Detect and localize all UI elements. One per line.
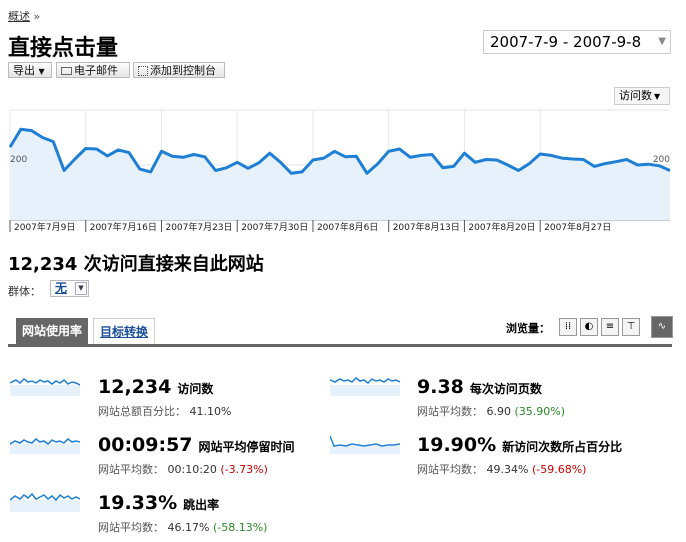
- sparkline: [10, 492, 80, 502]
- metric-sub-label: 网站总额百分比：: [98, 405, 186, 418]
- metric-label: 每次访问页数: [469, 382, 542, 396]
- metric-sub-label: 网站平均数：: [417, 463, 483, 476]
- metric-sub-value: 00:10:20: [167, 463, 217, 476]
- y-tick-label: 400: [10, 108, 27, 110]
- metric-label: 跳出率: [183, 498, 220, 512]
- bounce-sparkline: [10, 492, 80, 512]
- x-tick-label: 2007年8月20日: [468, 221, 535, 233]
- new-visits-sparkline: [330, 435, 400, 454]
- graph-metric-label: 访问数: [619, 89, 652, 102]
- x-tick-label: 2007年8月27日: [544, 221, 611, 233]
- page-title: 直接点击量: [8, 36, 119, 61]
- dashboard-icon: [138, 66, 148, 76]
- metric-bounce-rate: 19.33% 跳出率 网站平均数： 46.17% (-58.13%): [98, 492, 267, 534]
- metric-pages-per-visit: 9.38 每次访问页数 网站平均数： 6.90 (35.90%): [417, 376, 565, 418]
- metric-delta: (-58.13%): [212, 521, 268, 534]
- sparkline: [10, 378, 80, 386]
- table-view-icon[interactable]: ⁞⁞: [559, 318, 577, 336]
- metric-value: 12,234: [98, 376, 172, 398]
- tab-divider: [8, 344, 672, 347]
- metric-value: 19.33%: [98, 492, 178, 514]
- metric-label: 新访问次数所占百分比: [502, 440, 623, 454]
- metric-label: 访问数: [177, 382, 214, 396]
- metric-sub-value: 41.10%: [189, 405, 232, 418]
- sparkline: [10, 438, 80, 445]
- x-tick-label: 2007年7月30日: [241, 221, 308, 233]
- sparkline: [330, 435, 400, 447]
- date-range-value: 2007-7-9 - 2007-9-8: [490, 33, 642, 51]
- email-button[interactable]: 电子邮件: [56, 62, 130, 78]
- metric-sub: 网站总额百分比： 41.10%: [98, 403, 231, 419]
- metric-delta: (-59.68%): [531, 463, 587, 476]
- breadcrumb: 概述 »: [8, 8, 40, 24]
- metric-delta: (35.90%): [514, 405, 566, 418]
- x-tick-label: 2007年7月23日: [165, 221, 232, 233]
- trend-view-icon[interactable]: ∿: [651, 316, 673, 338]
- dashboard-label: 添加到控制台: [150, 64, 216, 77]
- metric-sub: 网站平均数： 6.90 (35.90%): [417, 403, 565, 419]
- metric-sub-value: 6.90: [486, 405, 512, 418]
- pages-sparkline: [330, 377, 400, 396]
- x-tick-label: 2007年7月16日: [90, 221, 157, 233]
- compare-view-icon[interactable]: ⊤: [622, 318, 640, 336]
- export-label: 导出: [13, 64, 35, 77]
- view-label: 浏览量：: [506, 322, 550, 335]
- chart-area: [10, 129, 670, 220]
- metric-value: 19.90%: [417, 434, 497, 456]
- graph-metric-select[interactable]: 访问数 ▼: [614, 87, 670, 105]
- add-to-dashboard-button[interactable]: 添加到控制台: [133, 62, 225, 78]
- chevron-down-icon: ▼: [75, 282, 87, 295]
- chevron-down-icon: ▼: [654, 92, 661, 101]
- x-tick-label: 2007年8月6日: [317, 221, 378, 233]
- chevron-down-icon: ▼: [38, 67, 45, 76]
- chevron-down-icon: ▼: [658, 36, 666, 47]
- date-range-selector[interactable]: 2007-7-9 - 2007-9-8 ▼: [483, 30, 671, 54]
- visits-headline: 12,234 次访问直接来自此网站: [8, 254, 264, 275]
- envelope-icon: [61, 67, 72, 75]
- metric-avg-time: 00:09:57 网站平均停留时间 网站平均数： 00:10:20 (-3.73%…: [98, 434, 295, 476]
- breadcrumb-separator: »: [33, 10, 41, 23]
- metric-sub: 网站平均数： 49.34% (-59.68%): [417, 461, 586, 477]
- bar-view-icon[interactable]: ≡: [601, 318, 619, 336]
- metric-delta: (-3.73%): [220, 463, 268, 476]
- breadcrumb-overview-link[interactable]: 概述: [8, 10, 30, 23]
- export-button[interactable]: 导出 ▼: [8, 62, 52, 78]
- visits-chart: 2007年7月9日 2007年7月16日 2007年7月23日 2007年7月30日 2…: [8, 108, 671, 233]
- metric-new-visits: 19.90% 新访问次数所占百分比 网站平均数： 49.34% (-59.68%): [417, 434, 623, 476]
- metric-sub-label: 网站平均数：: [98, 463, 164, 476]
- metric-label: 网站平均停留时间: [198, 440, 295, 454]
- y-tick-label-right: 200: [653, 155, 670, 165]
- metric-sub-value: 49.34%: [486, 463, 529, 476]
- metric-sub-value: 46.17%: [167, 521, 210, 534]
- metric-visits: 12,234 访问数 网站总额百分比： 41.10%: [98, 376, 231, 418]
- duration-sparkline: [10, 438, 80, 454]
- visits-sparkline: [10, 378, 80, 396]
- segment-label: 群体：: [8, 285, 41, 298]
- tab-site-usage[interactable]: 网站使用率: [16, 318, 89, 344]
- metric-sub: 网站平均数： 00:10:20 (-3.73%): [98, 461, 268, 477]
- sparkline: [330, 377, 400, 384]
- tab-goal-conversion[interactable]: 目标转换: [93, 318, 156, 344]
- x-tick-label: 2007年8月13日: [393, 221, 460, 233]
- pie-view-icon[interactable]: ◐: [580, 318, 598, 336]
- metric-sub-label: 网站平均数：: [417, 405, 483, 418]
- y-tick-label: 200: [10, 155, 27, 165]
- segment-select[interactable]: 无 ▼: [50, 280, 89, 297]
- segment-value: 无: [55, 281, 68, 295]
- email-label: 电子邮件: [74, 64, 118, 77]
- y-tick-label-right: 400: [653, 108, 670, 110]
- x-tick-label: 2007年7月9日: [14, 221, 75, 233]
- metric-value: 9.38: [417, 376, 464, 398]
- metric-sub: 网站平均数： 46.17% (-58.13%): [98, 519, 267, 535]
- metric-value: 00:09:57: [98, 434, 193, 456]
- metric-sub-label: 网站平均数：: [98, 521, 164, 534]
